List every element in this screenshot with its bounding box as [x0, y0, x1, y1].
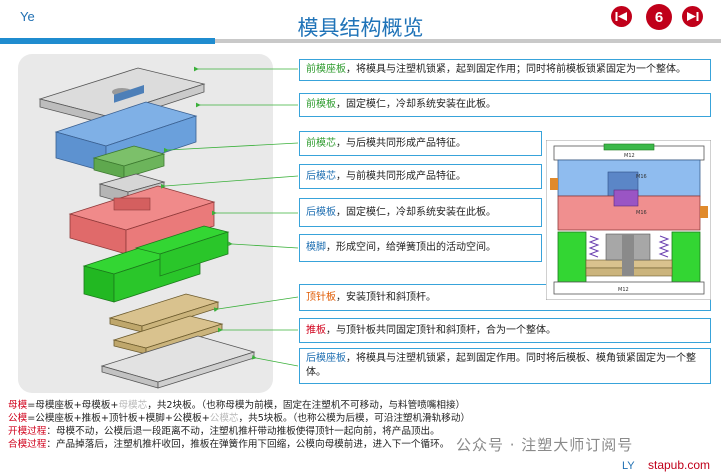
prev-page-button[interactable]: [611, 6, 632, 27]
footer-ly: LY: [622, 460, 635, 472]
desc-front-plate: 前模板，固定模仁，冷却系统安装在此板。: [299, 93, 711, 117]
header-divider: [215, 39, 721, 43]
desc-front-clamp-plate: 前模座板，将模具与注塑机锁紧，起到固定作用；同时将前模板锁紧固定为一个整体。: [299, 59, 711, 81]
exploded-mold-illustration: [38, 67, 256, 389]
note-gray: 母模芯: [118, 400, 148, 411]
keyword-rear-clamp-plate: 后模座板: [306, 353, 346, 364]
note-text: =母模座板+母模板+: [27, 400, 119, 411]
desc-rear-clamp-plate: 后模座板，将模具与注塑机锁紧，起到固定作用。同时将后模板、模角锁紧固定为一个整体…: [299, 348, 711, 384]
desc-text: ，将模具与注塑机锁紧，起到固定作用。同时将后模板、模角锁紧固定为一个整体。: [306, 353, 696, 378]
skip-back-icon: [615, 12, 627, 21]
exploded-view-panel: [18, 54, 273, 393]
keyword-push-plate: 推板: [306, 324, 326, 336]
desc-front-core: 前模芯，与后模共同形成产品特征。: [299, 131, 542, 156]
section-spacer-left: [557, 231, 587, 283]
skip-forward-icon: [687, 12, 699, 21]
bolt-label-front: M16: [636, 174, 647, 180]
next-page-button[interactable]: [682, 6, 703, 27]
keyword-rear-core: 后模芯: [306, 170, 336, 182]
desc-text: ，固定模仁，冷却系统安装在此板。: [336, 99, 496, 110]
desc-rear-plate: 后模板，固定模仁，冷却系统安装在此板。: [299, 198, 542, 227]
desc-text: ，安装顶针和斜顶杆。: [336, 291, 436, 303]
site-watermark: stapub.com: [648, 458, 711, 472]
desc-spacer-blocks: 模脚，形成空间，给弹簧顶出的活动空间。: [299, 234, 542, 262]
note-keyword: 母模: [8, 400, 28, 411]
header-accent-bar: [0, 38, 215, 44]
desc-text: ，与后模共同形成产品特征。: [336, 137, 466, 149]
note-mold-opening: 开模过程：母模不动，公模后退一段距离不动，注塑机推杆带动推板使得顶针一起向前，将…: [8, 426, 440, 439]
keyword-ejector-plate: 顶针板: [306, 291, 336, 303]
note-keyword: 合模过程: [8, 439, 47, 450]
note-text: =公模座板+推板+顶针板+模脚+公模板+: [27, 413, 210, 424]
note-front-mold: 母模=母模座板+母模板+母模芯，共2块板。（也称母模为前模，固定在注塑机不可移动…: [8, 400, 465, 413]
keyword-rear-plate: 后模板: [306, 206, 336, 218]
note-text: ：产品掉落后，注塑机推杆收回，推板在弹簧作用下回缩，公模向母模前进，进入下一个循…: [46, 439, 450, 450]
desc-rear-core: 后模芯，与前模共同形成产品特征。: [299, 164, 542, 189]
bolt-label-top: M12: [624, 153, 635, 159]
page-number-badge: 6: [646, 4, 672, 30]
keyword-front-core: 前模芯: [306, 137, 336, 149]
section-bottom-clamp: [553, 281, 705, 295]
desc-text: ，将模具与注塑机锁紧，起到固定作用；同时将前模板锁紧固定为一个整体。: [346, 64, 686, 75]
note-text: ：母模不动，公模后退一段距离不动，注塑机推杆带动推板使得顶针一起向前，将产品顶出…: [46, 426, 440, 437]
note-rear-mold: 公模=公模座板+推板+顶针板+模脚+公模板+公模芯，共5块板。（也称公模为后模，…: [8, 413, 470, 426]
note-text: ，共5块板。（也称公模为后模，可沿注塑机滑轨移动）: [238, 413, 471, 424]
note-text: ，共2块板。（也称母模为前模，固定在注塑机不可移动，与料管喷嘴相接）: [147, 400, 466, 411]
wechat-watermark: 公众号 · 注塑大师订阅号: [456, 436, 634, 454]
note-keyword: 公模: [8, 413, 28, 424]
note-mold-closing: 合模过程：产品掉落后，注塑机推杆收回，推板在弹簧作用下回缩，公模向母模前进，进入…: [8, 439, 449, 452]
section-spacer-right: [671, 231, 701, 283]
note-keyword: 开模过程: [8, 426, 47, 437]
desc-text: ，形成空间，给弹簧顶出的活动空间。: [326, 242, 496, 253]
keyword-front-clamp-plate: 前模座板: [306, 64, 346, 75]
mold-cross-section: M12 M16 M16 M12: [546, 140, 711, 300]
keyword-front-plate: 前模板: [306, 99, 336, 110]
bolt-label-rear: M16: [636, 210, 647, 216]
desc-push-plate: 推板，与顶针板共同固定顶针和斜顶杆，合为一个整体。: [299, 318, 711, 343]
note-gray: 公模芯: [209, 413, 239, 424]
bolt-label-bottom: M12: [618, 287, 629, 293]
desc-text: ，与顶针板共同固定顶针和斜顶杆，合为一个整体。: [326, 324, 556, 336]
desc-text: ，与前模共同形成产品特征。: [336, 170, 466, 182]
keyword-spacer-blocks: 模脚: [306, 242, 326, 253]
desc-text: ，固定模仁，冷却系统安装在此板。: [336, 206, 496, 218]
